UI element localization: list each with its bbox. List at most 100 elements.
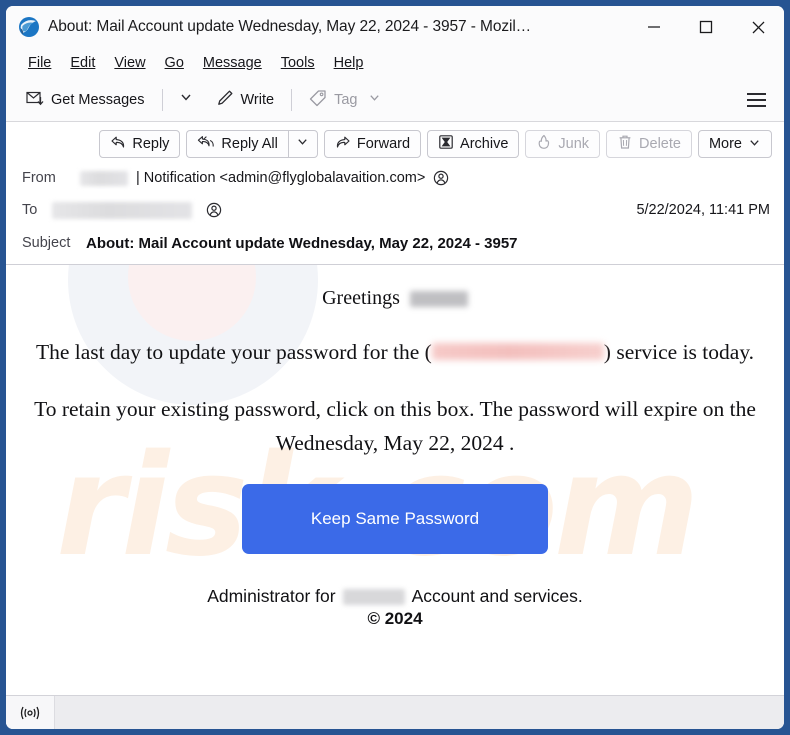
menu-bar: File Edit View Go Message Tools Help	[6, 48, 784, 78]
subject-row: Subject About: Mail Account update Wedne…	[6, 226, 784, 264]
chevron-down-icon	[748, 136, 761, 153]
delete-button[interactable]: Delete	[606, 130, 692, 158]
para1-service-redacted	[431, 343, 604, 360]
from-sender-redacted	[80, 170, 128, 186]
close-icon[interactable]	[732, 6, 784, 48]
to-row: To 5/22/2024, 11:41 PM	[6, 194, 784, 226]
email-footer: Administrator for Account and services. …	[6, 586, 784, 629]
get-messages-label: Get Messages	[51, 91, 145, 108]
status-bar	[6, 695, 784, 729]
footer-copyright: © 2024	[367, 609, 423, 628]
forward-arrow-icon	[335, 134, 351, 154]
tag-button[interactable]: Tag	[301, 84, 389, 116]
menu-file[interactable]: File	[19, 53, 61, 73]
menu-go[interactable]: Go	[156, 53, 194, 73]
junk-label: Junk	[558, 136, 590, 152]
body-paragraph-1: The last day to update your password for…	[32, 336, 758, 368]
archive-button[interactable]: Archive	[427, 130, 520, 158]
chevron-down-icon	[179, 90, 193, 109]
message-action-toolbar: Reply Reply All Forward Archive Junk Del…	[6, 122, 784, 162]
toolbar-separator-1	[161, 88, 163, 111]
message-body: risk.com Greetings The last day to updat…	[6, 265, 784, 695]
reply-all-button[interactable]: Reply All	[186, 130, 288, 158]
minimize-icon[interactable]	[628, 6, 680, 48]
from-address: | Notification <admin@flyglobalavaition.…	[136, 170, 426, 186]
tag-icon	[309, 89, 327, 111]
more-label: More	[708, 136, 742, 152]
email-body-content: Greetings The last day to update your pa…	[6, 265, 784, 460]
window-title: About: Mail Account update Wednesday, Ma…	[48, 18, 532, 35]
thunderbird-window: About: Mail Account update Wednesday, Ma…	[0, 0, 790, 735]
maximize-icon[interactable]	[680, 6, 732, 48]
menu-view[interactable]: View	[105, 53, 155, 73]
footer-after: Account and services.	[411, 586, 583, 606]
footer-brand-redacted	[342, 588, 405, 605]
menu-message[interactable]: Message	[194, 53, 272, 73]
to-label: To	[22, 202, 38, 218]
reply-label: Reply	[132, 136, 170, 152]
message-header: Reply Reply All Forward Archive Junk Del…	[6, 122, 784, 265]
menu-file-label: File	[28, 55, 52, 71]
delete-label: Delete	[639, 136, 681, 152]
subject-value: About: Mail Account update Wednesday, Ma…	[86, 234, 518, 252]
greeting-line: Greetings	[32, 287, 758, 310]
get-messages-dropdown[interactable]	[172, 85, 200, 114]
reply-all-label: Reply All	[221, 136, 278, 152]
write-button[interactable]: Write	[208, 84, 283, 116]
forward-button[interactable]: Forward	[323, 130, 422, 158]
write-label: Write	[240, 91, 275, 108]
reply-arrow-icon	[110, 134, 126, 154]
greeting-text: Greetings	[322, 287, 400, 309]
junk-flame-icon	[536, 134, 552, 154]
menu-message-label: Message	[202, 55, 262, 71]
menu-edit-label: Edit	[70, 55, 96, 71]
main-toolbar: Get Messages Write Tag	[6, 78, 784, 122]
from-row: From | Notification <admin@flyglobalavai…	[6, 162, 784, 194]
menu-tools[interactable]: Tools	[272, 53, 325, 73]
title-bar: About: Mail Account update Wednesday, Ma…	[6, 6, 784, 48]
greeting-name-redacted	[409, 290, 468, 307]
menu-go-label: Go	[164, 55, 184, 71]
body-paragraph-2: To retain your existing password, click …	[34, 397, 756, 455]
to-recipient-redacted	[52, 201, 192, 219]
menu-help[interactable]: Help	[325, 53, 374, 73]
menu-tools-label: Tools	[280, 55, 315, 71]
reply-all-arrow-icon	[197, 134, 215, 154]
get-messages-button[interactable]: Get Messages	[18, 84, 153, 116]
thunderbird-logo-icon	[18, 16, 40, 38]
pencil-icon	[216, 89, 234, 111]
from-label: From	[22, 170, 56, 186]
para1-after: ) service is today.	[603, 340, 755, 364]
trash-icon	[617, 134, 633, 154]
chevron-down-icon	[296, 135, 309, 153]
subject-label: Subject	[22, 235, 71, 251]
archive-label: Archive	[460, 136, 509, 152]
footer-before: Administrator for	[207, 586, 336, 606]
para1-before: The last day to update your password for…	[35, 340, 432, 364]
online-broadcast-icon[interactable]	[6, 696, 55, 729]
footer-line-1: Administrator for Account and services.	[6, 586, 784, 607]
reply-all-group: Reply All	[186, 130, 318, 158]
window-controls	[628, 6, 784, 48]
reply-button[interactable]: Reply	[99, 130, 181, 158]
contact-circle-icon[interactable]	[206, 202, 222, 218]
menu-edit[interactable]: Edit	[61, 53, 105, 73]
more-button[interactable]: More	[697, 130, 772, 158]
hamburger-menu-icon[interactable]	[743, 87, 770, 113]
message-date: 5/22/2024, 11:41 PM	[636, 202, 770, 218]
menu-help-label: Help	[333, 55, 364, 71]
cta-wrapper: Keep Same Password	[6, 484, 784, 554]
chevron-down-icon	[368, 91, 381, 108]
keep-same-password-button[interactable]: Keep Same Password	[242, 484, 548, 554]
menu-view-label: View	[114, 55, 146, 71]
cta-label: Keep Same Password	[310, 509, 480, 528]
archive-box-icon	[438, 134, 454, 154]
envelope-download-icon	[26, 89, 44, 111]
junk-button[interactable]: Junk	[525, 130, 601, 158]
contact-circle-icon[interactable]	[433, 170, 449, 186]
forward-label: Forward	[356, 136, 411, 152]
reply-all-dropdown[interactable]	[287, 130, 318, 158]
window-inner: About: Mail Account update Wednesday, Ma…	[6, 6, 784, 729]
tag-label: Tag	[334, 91, 358, 108]
toolbar-separator-2	[291, 88, 293, 111]
